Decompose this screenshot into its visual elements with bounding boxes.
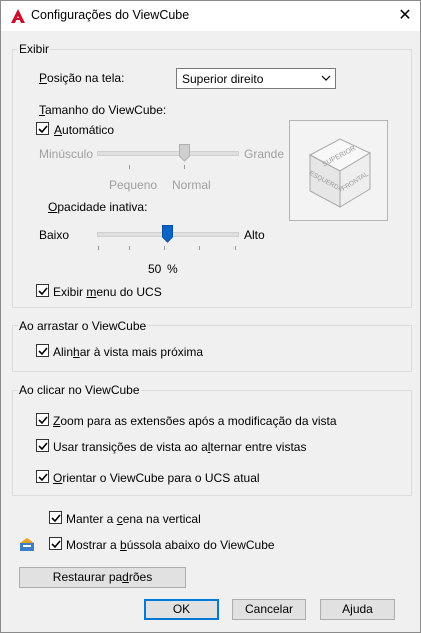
autocad-logo-icon	[11, 9, 25, 23]
click-group-legend: Ao clicar no ViewCube	[18, 383, 141, 397]
checkmark-icon	[38, 287, 48, 296]
help-button[interactable]: Ajuda	[320, 599, 395, 620]
drag-group-legend: Ao arrastar o ViewCube	[18, 319, 148, 333]
view-transitions-label: Usar transições de vista ao alternar ent…	[53, 440, 307, 454]
position-label: Posição na tela:	[39, 71, 125, 85]
checkmark-icon	[38, 442, 48, 451]
opacity-slider-tick	[235, 246, 236, 250]
close-button[interactable]: ✕	[390, 1, 420, 31]
chevron-down-icon	[321, 75, 331, 81]
opacity-unit: %	[167, 262, 178, 276]
position-select[interactable]: Superior direito	[176, 68, 336, 89]
show-ucs-menu-label: Exibir menu do UCS	[53, 285, 162, 299]
viewcube-settings-dialog: Configurações do ViewCube ✕ Exibir Posiç…	[0, 0, 421, 633]
zoom-extents-label: Zoom para as extensões após a modificaçã…	[53, 414, 337, 428]
auto-size-label: Automático	[54, 123, 115, 137]
size-tick-small-label: Pequeno	[109, 178, 158, 192]
show-ucs-menu-checkbox[interactable]	[36, 284, 49, 297]
opacity-slider-thumb[interactable]	[161, 225, 173, 243]
checkmark-icon	[51, 540, 61, 549]
opacity-label: Opacidade inativa:	[48, 200, 148, 214]
size-label: Tamanho do ViewCube:	[39, 103, 167, 117]
checkmark-icon	[38, 347, 48, 356]
checkmark-icon	[38, 473, 48, 482]
opacity-slider-tick	[129, 246, 130, 250]
viewcube-preview: SUPERIOR ESQUERDA FRONTAL	[289, 120, 388, 221]
position-select-value: Superior direito	[182, 72, 264, 86]
close-icon: ✕	[398, 7, 412, 24]
size-slider-tick	[129, 165, 130, 169]
size-min-label: Minúsculo	[39, 147, 94, 161]
size-tick-normal-label: Normal	[172, 178, 211, 192]
show-compass-checkbox[interactable]	[49, 537, 62, 550]
size-slider-track[interactable]	[97, 151, 239, 156]
opacity-slider-tick	[164, 246, 165, 250]
opacity-slider-tick	[98, 246, 99, 250]
opacity-slider-tick	[199, 246, 200, 250]
checkmark-icon	[51, 514, 61, 523]
auto-size-checkbox[interactable]	[36, 122, 49, 135]
viewcube-icon: SUPERIOR ESQUERDA FRONTAL	[308, 138, 372, 208]
show-compass-label: Mostrar a bússola abaixo do ViewCube	[66, 538, 275, 552]
window-title: Configurações do ViewCube	[31, 8, 190, 22]
snap-closest-view-label: Alinhar à vista mais próxima	[53, 345, 204, 359]
view-transitions-checkbox[interactable]	[36, 439, 49, 452]
size-slider-thumb[interactable]	[179, 144, 190, 162]
size-slider-tick	[184, 165, 185, 169]
keep-scene-upright-label: Manter a cena na vertical	[66, 512, 201, 526]
checkmark-icon	[38, 416, 48, 425]
opacity-max-label: Alto	[244, 228, 265, 242]
display-group-legend: Exibir	[18, 42, 51, 56]
restore-defaults-button[interactable]: Restaurar padrões	[19, 567, 186, 588]
checkmark-icon	[38, 125, 48, 134]
orient-to-ucs-checkbox[interactable]	[36, 470, 49, 483]
orient-to-ucs-label: Orientar o ViewCube para o UCS atual	[53, 471, 260, 485]
compass-icon	[20, 538, 34, 551]
zoom-extents-checkbox[interactable]	[36, 413, 49, 426]
keep-scene-upright-checkbox[interactable]	[49, 511, 62, 524]
snap-closest-view-checkbox[interactable]	[36, 344, 49, 357]
opacity-min-label: Baixo	[39, 228, 70, 242]
size-max-label: Grande	[244, 147, 285, 161]
title-bar: Configurações do ViewCube ✕	[1, 1, 420, 31]
ok-button[interactable]: OK	[144, 599, 219, 620]
cancel-button[interactable]: Cancelar	[232, 599, 306, 620]
opacity-value: 50	[148, 262, 162, 276]
